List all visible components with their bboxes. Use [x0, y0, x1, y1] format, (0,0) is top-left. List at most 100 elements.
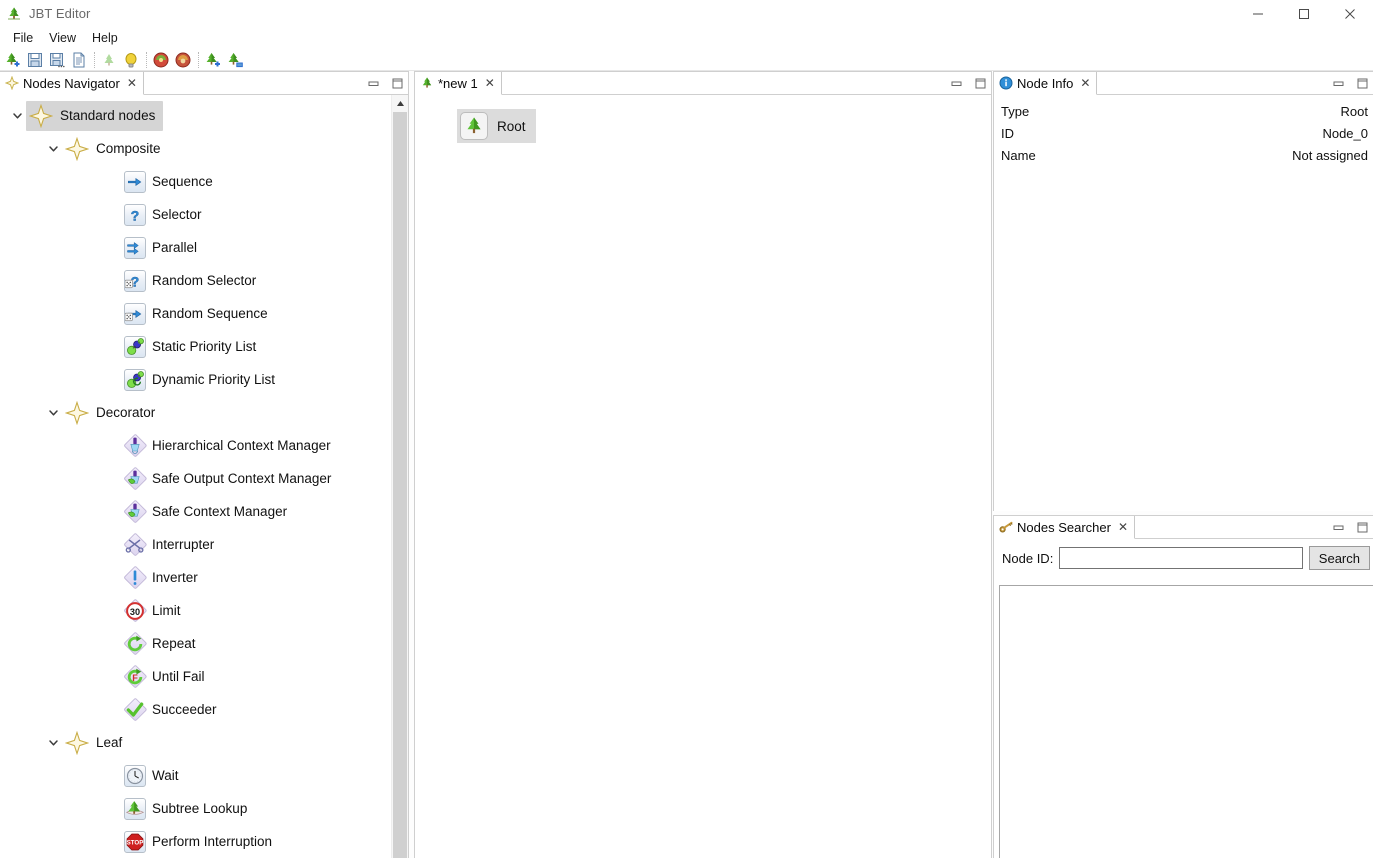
tree-item-safe-output-context-manager[interactable]: Safe Output Context Manager: [0, 462, 391, 495]
maximize-view-icon[interactable]: [390, 76, 404, 90]
safe-output-context-icon: [123, 466, 147, 491]
tree-item-selector[interactable]: ? Selector: [0, 198, 391, 231]
warning-ball-button[interactable]: [173, 50, 193, 70]
node-id-label: Node ID:: [1002, 550, 1054, 566]
tree-button[interactable]: [99, 50, 119, 70]
maximize-button[interactable]: [1281, 0, 1327, 27]
search-results-list[interactable]: [999, 585, 1373, 858]
close-button[interactable]: [1327, 0, 1373, 27]
minimize-view-icon[interactable]: [1331, 520, 1345, 534]
node-info-key: Type: [1001, 103, 1030, 119]
minimize-view-icon[interactable]: [366, 76, 380, 90]
tree-item-label: Random Selector: [152, 273, 257, 288]
tree-item-label: Safe Output Context Manager: [152, 471, 332, 486]
tree-item-sequence[interactable]: Sequence: [0, 165, 391, 198]
scroll-up-icon[interactable]: [392, 95, 408, 111]
stop-sign-icon: STOP: [124, 830, 146, 853]
node-info-row: Type Root: [994, 100, 1373, 122]
tree-item-inverter[interactable]: Inverter: [0, 561, 391, 594]
scrollbar-thumb[interactable]: [393, 112, 407, 858]
tree-item-interrupter[interactable]: Interrupter: [0, 528, 391, 561]
tree-item-leaf[interactable]: Leaf: [0, 726, 391, 759]
tab-nodes-searcher[interactable]: Nodes Searcher ✕: [994, 516, 1136, 539]
tree-item-random-sequence[interactable]: Random Sequence: [0, 297, 391, 330]
document-button[interactable]: [69, 50, 89, 70]
svg-text:STOP: STOP: [127, 839, 144, 846]
maximize-view-icon[interactable]: [1355, 520, 1369, 534]
remove-tree-button[interactable]: [225, 50, 245, 70]
error-ball-button[interactable]: [151, 50, 171, 70]
close-icon[interactable]: ✕: [485, 77, 495, 89]
tree-item-succeeder[interactable]: Succeeder: [0, 693, 391, 726]
tree-item-static-priority-list[interactable]: Static Priority List: [0, 330, 391, 363]
menu-view[interactable]: View: [41, 29, 84, 47]
navigator-header: Nodes Navigator ✕: [0, 72, 408, 95]
tree-item-limit[interactable]: 30 Limit: [0, 594, 391, 627]
tree-item-standard-nodes[interactable]: Standard nodes: [0, 99, 391, 132]
add-tree-button[interactable]: [203, 50, 223, 70]
tab-node-info[interactable]: Node Info ✕: [994, 72, 1098, 95]
node-info-view-tools: [1331, 76, 1369, 90]
tab-nodes-navigator[interactable]: Nodes Navigator ✕: [0, 72, 144, 95]
tree-item-label: Leaf: [96, 735, 123, 750]
tree-item-until-fail[interactable]: F Until Fail: [0, 660, 391, 693]
question-dice-icon: ?: [124, 269, 146, 292]
node-info-body: Type Root ID Node_0 Name Not assigned: [994, 95, 1373, 511]
tab-new-1[interactable]: *new 1 ✕: [415, 72, 502, 95]
tree-item-composite[interactable]: Composite: [0, 132, 391, 165]
tree-item-hierarchical-context-manager[interactable]: Hierarchical Context Manager: [0, 429, 391, 462]
toolbar-separator-2: [146, 51, 147, 68]
tree-item-subtree-lookup[interactable]: Subtree Lookup: [0, 792, 391, 825]
close-icon[interactable]: ✕: [1080, 77, 1090, 89]
tree-item-parallel[interactable]: Parallel: [0, 231, 391, 264]
search-button[interactable]: Search: [1308, 546, 1370, 570]
minimize-button[interactable]: [1235, 0, 1281, 27]
node-id-input[interactable]: [1059, 547, 1303, 569]
key-icon: [999, 520, 1013, 534]
chevron-down-icon[interactable]: [44, 734, 62, 752]
check-mark-icon: [123, 697, 147, 722]
window-controls: [1235, 0, 1373, 27]
chevron-down-icon[interactable]: [44, 404, 62, 422]
nodes-tree: Standard nodes Composite Sequence? Selector…: [0, 95, 391, 858]
navigator-scrollbar[interactable]: [391, 95, 408, 858]
tree-item-label: Perform Interruption: [152, 834, 273, 849]
tree-item-random-selector[interactable]: ? Random Selector: [0, 264, 391, 297]
tree-item-dynamic-priority-list[interactable]: Dynamic Priority List: [0, 363, 391, 396]
maximize-view-icon[interactable]: [973, 76, 987, 90]
close-icon[interactable]: ✕: [1118, 521, 1128, 533]
chevron-down-icon[interactable]: [44, 140, 62, 158]
tree-item-wait[interactable]: Wait: [0, 759, 391, 792]
graph-node-root[interactable]: Root: [457, 109, 536, 143]
minimize-view-icon[interactable]: [949, 76, 963, 90]
save-as-button[interactable]: [47, 50, 67, 70]
bulb-button[interactable]: [121, 50, 141, 70]
menu-file[interactable]: File: [5, 29, 41, 47]
double-arrow-icon: [124, 236, 146, 259]
menu-help[interactable]: Help: [84, 29, 126, 47]
tree-item-decorator[interactable]: Decorator: [0, 396, 391, 429]
tree-item-perform-interruption[interactable]: STOP Perform Interruption: [0, 825, 391, 858]
minimize-view-icon[interactable]: [1331, 76, 1345, 90]
maximize-view-icon[interactable]: [1355, 76, 1369, 90]
save-button[interactable]: [25, 50, 45, 70]
tree-item-label: Subtree Lookup: [152, 801, 248, 816]
tree-item-repeat[interactable]: Repeat: [0, 627, 391, 660]
navigator-view-tools: [366, 76, 404, 90]
tree-item-safe-context-manager[interactable]: Safe Context Manager: [0, 495, 391, 528]
close-icon[interactable]: ✕: [127, 77, 137, 89]
question-mark-icon: ?: [124, 203, 146, 226]
svg-text:F: F: [132, 673, 138, 683]
editor-canvas[interactable]: Root: [415, 95, 991, 858]
chevron-down-icon[interactable]: [8, 107, 26, 125]
new-tree-button[interactable]: [3, 50, 23, 70]
until-fail-icon: F: [123, 664, 147, 689]
